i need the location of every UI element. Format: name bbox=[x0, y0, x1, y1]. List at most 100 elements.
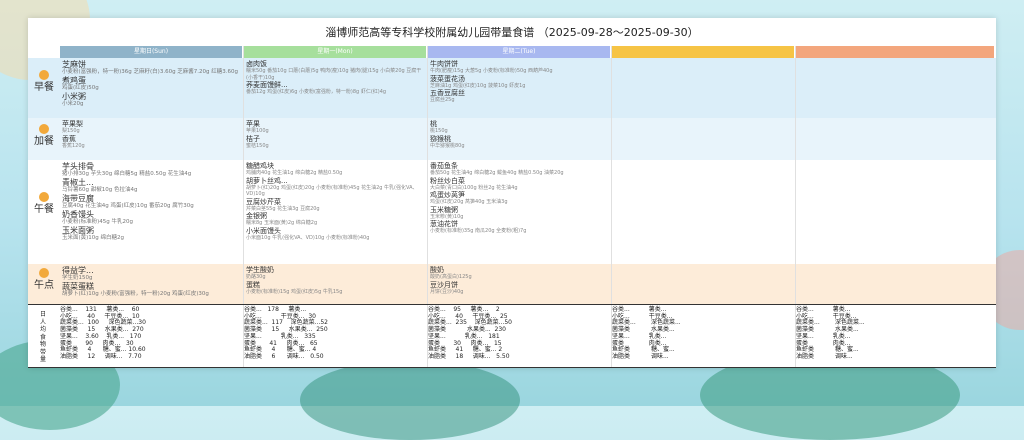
dish-name: 煮鸡蛋 bbox=[62, 76, 86, 85]
meal-label-text: 早餐 bbox=[34, 82, 54, 93]
dish-ingredients: 胡萝卜(红)20g 鸡蛋(红皮)20g 小麦粉(标准粉)45g 花生油2g 牛乳… bbox=[246, 184, 418, 198]
dish-name: 苹果梨 bbox=[62, 120, 83, 128]
day-header-5 bbox=[796, 46, 994, 58]
dish-name: 蛋糕 bbox=[246, 280, 260, 289]
menu-cell: 苹果 苹果100g 桔子 蜜桔150g bbox=[246, 120, 424, 160]
dish-name: 学生酸奶 bbox=[246, 266, 274, 274]
daily-stats-table: 日人均食物带量 谷类... 131 薯类... 60 小吃... 40 干豆类.… bbox=[28, 304, 996, 368]
dish-ingredients: 学生奶150g bbox=[62, 275, 93, 281]
stats-label: 日人均食物带量 bbox=[39, 311, 46, 363]
menu-cell: 牛肉饼饼 牛肉(肥瘦)15g 大葱5g 小麦粉(标准粉)50g 西葫芦40g 菠菜蛋… bbox=[430, 60, 608, 118]
menu-panel: 淄博师范高等专科学校附属幼儿园带量食谱 （2025-09-28～2025-09-… bbox=[28, 18, 996, 368]
menu-cell: 卤肉饭 糯米50g 番茄10g 口蘑(白蘑)5g 鸭肉(瘦)10g 猪肉(腿)15… bbox=[246, 60, 424, 118]
cup-icon bbox=[39, 268, 49, 278]
dish-ingredients: 小麦粉(富强粉，特一粉)36g 芝麻籽(白)3.60g 芝麻酱7.20g 红糖3… bbox=[62, 69, 239, 75]
menu-cell: 学生酸奶 奶酪30g 蛋糕 小麦粉(标准粉)15g 鸡蛋(红皮)5g 牛乳15g bbox=[246, 266, 424, 304]
dish-name: 金银粥 bbox=[246, 212, 267, 220]
dish-name: 胡萝卜丝鸡... bbox=[246, 176, 288, 185]
bowl-icon bbox=[39, 192, 49, 202]
menu-cell bbox=[798, 60, 992, 118]
dish-name: 芝麻饼 bbox=[62, 60, 86, 69]
menu-cell: 番茄鱼条 番茄50g 花生油4g 绵白糖2g 鲅鱼40g 精盐0.50g 油菜20… bbox=[430, 162, 608, 264]
dish-ingredients: 小米面10g 牛乳(强化VA、VD)10g 小麦粉(标准粉)40g bbox=[246, 234, 370, 241]
stats-sun: 谷类... 131 薯类... 60 小吃... 40 干豆类... 10 蔬菜… bbox=[60, 306, 146, 360]
day-header-label: 星期日(Sun) bbox=[133, 48, 169, 55]
page-title: 淄博师范高等专科学校附属幼儿园带量食谱 （2025-09-28～2025-09-… bbox=[325, 26, 699, 39]
dish-ingredients: 蜜桔150g bbox=[246, 142, 269, 149]
meal-label-snack2: 午点 bbox=[34, 268, 54, 292]
menu-cell bbox=[614, 266, 792, 304]
dish-name: 粉丝炒白菜 bbox=[430, 176, 465, 185]
menu-cell: 酸奶 酸奶(高蛋白)125g 豆沙月饼 月饼(豆沙)40g bbox=[430, 266, 608, 304]
menu-cell: 桃桃150g 猕猴桃 中华猕猴桃80g bbox=[430, 120, 608, 160]
day-header-mon: 星期一(Mon) bbox=[244, 46, 426, 58]
day-header-tue: 星期二(Tue) bbox=[428, 46, 610, 58]
menu-cell: 芝麻饼 小麦粉(富强粉，特一粉)36g 芝麻籽(白)3.60g 芝麻酱7.20g … bbox=[62, 60, 240, 118]
dish-name: 香蕉 bbox=[62, 134, 76, 143]
dish-ingredients: 胡萝卜(红)10g 小麦粉(富强粉，特一粉)20g 鸡蛋(红皮)30g bbox=[62, 291, 209, 297]
meal-label-breakfast: 早餐 bbox=[34, 70, 54, 94]
dish-name: 荞麦面馒鲜... bbox=[246, 81, 288, 89]
menu-cell bbox=[798, 120, 992, 160]
dish-name: 五香豆腐丝 bbox=[430, 89, 465, 97]
stats-4: 谷类... 薯类... 小吃... 干豆类... 蔬菜类... 深色蔬菜... … bbox=[612, 306, 681, 360]
menu-cell: 苹果梨 梨150g 香蕉 香蕉120g bbox=[62, 120, 240, 160]
dish-name: 海带豆腐 bbox=[62, 194, 94, 203]
menu-cell: 芋头排骨 猪小排30g 芋头30g 绵白糖5g 精盐0.50g 花生油4g 青椒土.… bbox=[62, 162, 240, 264]
menu-cell: 糖醋鸡块 鸡脯肉40g 花生油1g 绵白糖2g 精盐0.50g 胡萝卜丝鸡... 胡萝… bbox=[246, 162, 424, 264]
dish-name: 苹果 bbox=[246, 120, 260, 128]
dish-name: 得益学... bbox=[62, 266, 94, 275]
menu-cell bbox=[614, 60, 792, 118]
meal-label-snack1: 加餐 bbox=[34, 124, 54, 148]
meal-label-text: 午点 bbox=[34, 280, 54, 291]
dish-ingredients: 鸡蛋(红皮)50g bbox=[62, 85, 99, 91]
sun-icon bbox=[39, 70, 49, 80]
menu-cell bbox=[798, 266, 992, 304]
stats-5: 谷类... 薯类... 小吃... 干豆类... 蔬菜类... 深色蔬菜... … bbox=[796, 306, 865, 360]
dish-name: 葱油花饼 bbox=[430, 220, 458, 228]
dish-name: 小米粥 bbox=[62, 92, 86, 101]
dish-ingredients: 马铃薯60g 甜椒10g 色拉油4g bbox=[62, 187, 138, 193]
menu-cell bbox=[614, 162, 792, 264]
day-header-label: 星期一(Mon) bbox=[317, 48, 353, 55]
dish-ingredients: 猪小排30g 芋头30g 绵白糖5g 精盐0.50g 花生油4g bbox=[62, 171, 192, 177]
meal-label-text: 加餐 bbox=[34, 136, 54, 147]
dish-name: 桔子 bbox=[246, 134, 260, 143]
menu-cell bbox=[798, 162, 992, 264]
dish-ingredients: 小麦粉(标准粉)35g 南瓜20g 全麦粉(粗)7g bbox=[430, 228, 527, 234]
dish-name: 菠菜蛋花汤 bbox=[430, 74, 465, 83]
dish-name: 糖醋鸡块 bbox=[246, 162, 274, 170]
dish-name: 酸奶 bbox=[430, 266, 444, 274]
dish-name: 番茄鱼条 bbox=[430, 162, 458, 170]
dish-name: 小米面馒头 bbox=[246, 226, 281, 235]
dish-name: 蔬菜蛋糕 bbox=[62, 282, 94, 291]
day-header-4 bbox=[612, 46, 794, 58]
day-header-sun: 星期日(Sun) bbox=[60, 46, 242, 58]
dish-ingredients: 糯米50g 番茄10g 口蘑(白蘑)5g 鸭肉(瘦)10g 猪肉(腿)15g 小… bbox=[246, 68, 422, 81]
decor-leaf bbox=[300, 360, 520, 440]
dish-ingredients: 豆腐40g 花生油4g 鸡蛋(红皮)10g 番茄20g 腐竹30g bbox=[62, 203, 194, 209]
stats-mon: 谷类... 178 薯类... 小吃... 干豆类... 30 蔬菜类... 1… bbox=[244, 306, 328, 360]
cake-icon bbox=[39, 124, 49, 134]
dish-ingredients: 香蕉120g bbox=[62, 142, 85, 149]
dish-name: 青椒土... bbox=[62, 178, 94, 187]
dish-ingredients: 小麦粉(标准粉)15g 鸡蛋(红皮)5g 牛乳15g bbox=[246, 288, 343, 295]
meal-label-lunch: 午餐 bbox=[34, 192, 54, 216]
menu-cell: 得益学... 学生奶150g 蔬菜蛋糕 胡萝卜(红)10g 小麦粉(富强粉，特一粉)2… bbox=[62, 266, 240, 304]
menu-cell bbox=[614, 120, 792, 160]
dish-ingredients: 小麦粉(标准粉)45g 牛乳20g bbox=[62, 219, 134, 225]
dish-name: 玉米糖粥 bbox=[430, 205, 458, 214]
dish-name: 奶香馒头 bbox=[62, 210, 94, 219]
meal-label-text: 午餐 bbox=[34, 204, 54, 215]
dish-name: 桃 bbox=[430, 120, 437, 128]
dish-name: 鸡蛋炒莴笋 bbox=[430, 191, 465, 199]
dish-ingredients: 玉米面(黄)10g 绵白糖2g bbox=[62, 235, 125, 241]
dish-name: 芋头排骨 bbox=[62, 162, 94, 171]
dish-name: 豆腐炒芹菜 bbox=[246, 197, 281, 206]
dish-name: 豆沙月饼 bbox=[430, 280, 458, 289]
dish-name: 卤肉饭 bbox=[246, 60, 267, 68]
dish-ingredients: 豆腐丝25g bbox=[430, 97, 455, 103]
dish-ingredients: 中华猕猴桃80g bbox=[430, 142, 465, 149]
stats-tue: 谷类... 95 薯类... 2 小吃... 40 干豆类... 25 蔬菜类.… bbox=[428, 306, 512, 360]
dish-ingredients: 番茄12g 鸡蛋(红皮)6g 小麦粉(富强粉，特一粉)8g 虾仁(红)4g bbox=[246, 89, 387, 95]
